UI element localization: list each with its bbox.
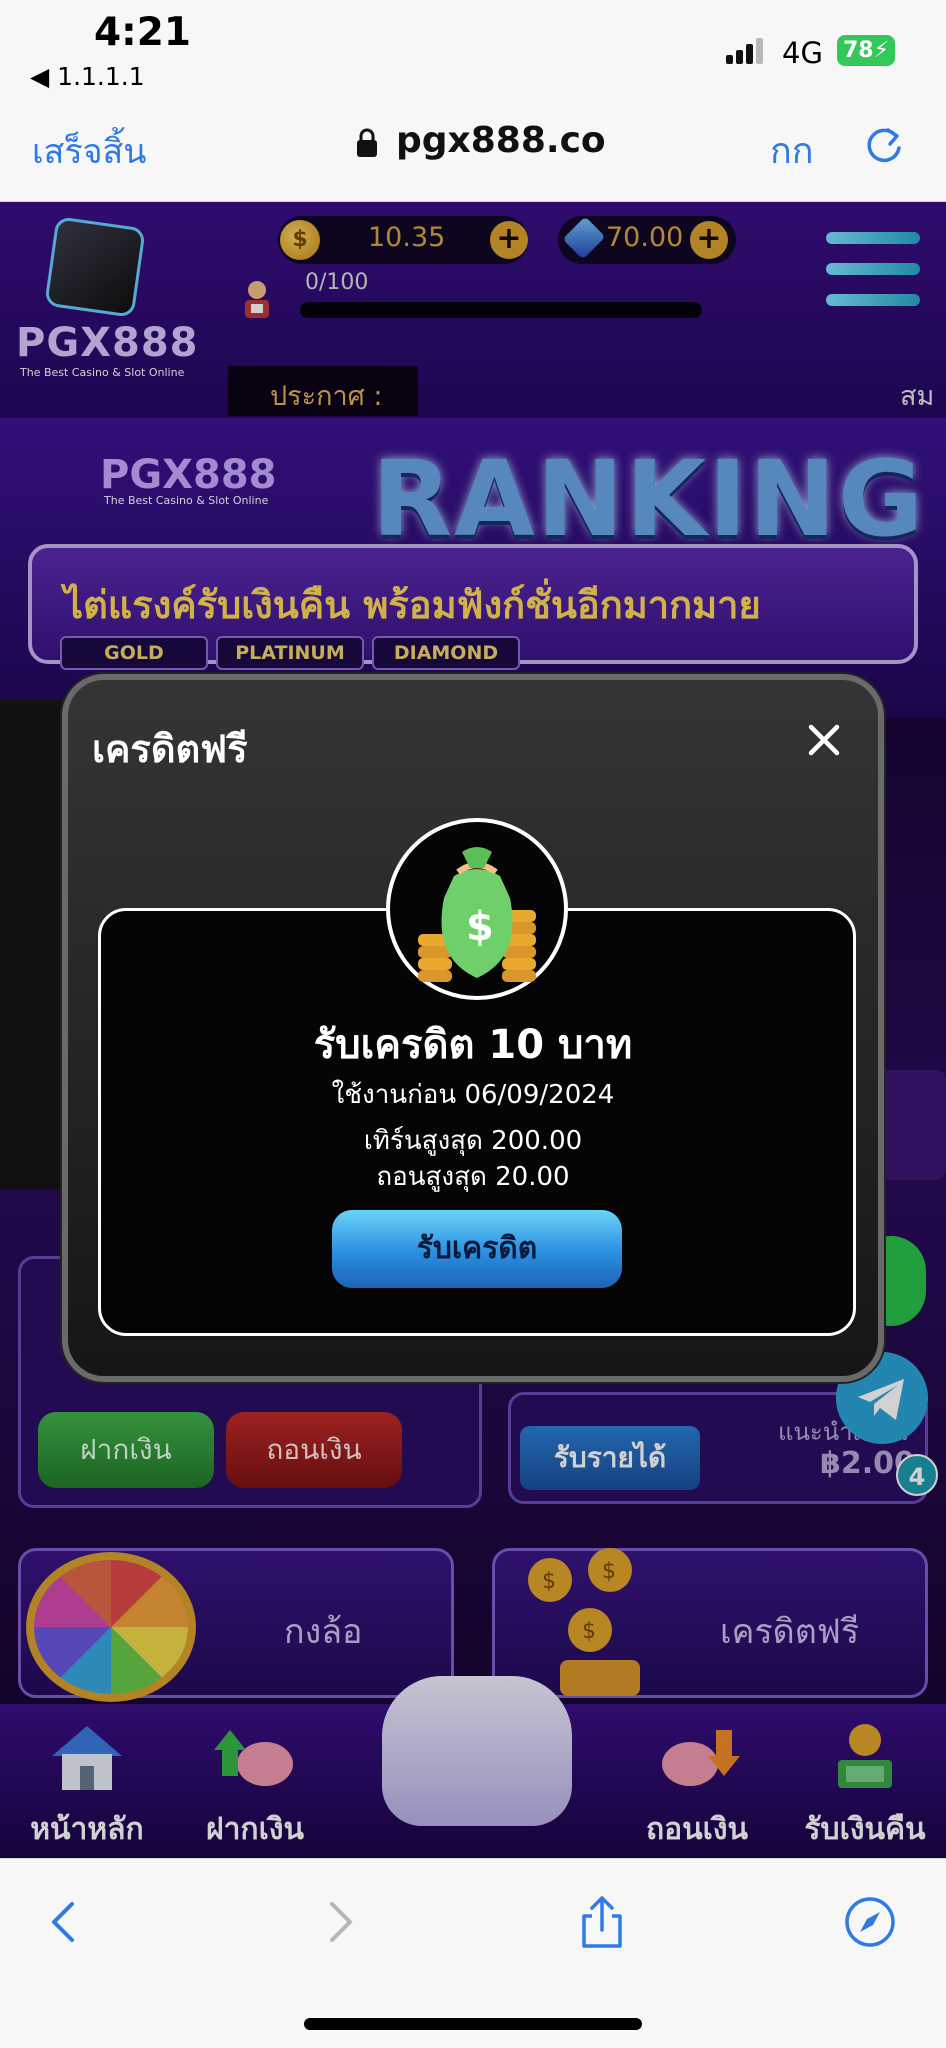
back-icon[interactable] xyxy=(38,1894,94,1950)
lock-icon xyxy=(357,128,377,157)
svg-text:$: $ xyxy=(466,904,494,950)
back-to-app-link[interactable]: ◀ 1.1.1.1 xyxy=(30,62,145,91)
network-type: 4G xyxy=(782,36,823,70)
signal-icon xyxy=(726,38,770,64)
money-bag-icon: $ xyxy=(418,847,536,982)
reload-icon[interactable] xyxy=(864,122,904,166)
text-size-button[interactable]: กก xyxy=(770,122,814,179)
close-icon[interactable] xyxy=(806,722,842,758)
url-text[interactable]: pgx888.co xyxy=(396,120,606,161)
forward-icon xyxy=(330,1902,352,1942)
battery-icon: 78⚡ xyxy=(837,35,895,66)
share-icon[interactable] xyxy=(574,1894,630,1950)
claim-credit-button[interactable]: รับเครดิต xyxy=(332,1210,622,1288)
credit-expiry: ใช้งานก่อน 06/09/2024 xyxy=(331,1080,615,1110)
home-indicator xyxy=(304,2018,642,2030)
status-time: 4:21 xyxy=(94,10,192,55)
credit-amount-title: รับเครดิต 10 บาท xyxy=(313,1022,633,1068)
modal-title: เครดิตฟรี xyxy=(92,727,248,771)
credit-max-turnover: เทิร์นสูงสุด 200.00 xyxy=(363,1126,583,1156)
compass-icon[interactable] xyxy=(842,1894,898,1950)
credit-max-withdraw: ถอนสูงสุด 20.00 xyxy=(376,1162,570,1192)
battery-level: 78 xyxy=(843,38,874,63)
done-button[interactable]: เสร็จสิ้น xyxy=(32,124,147,178)
